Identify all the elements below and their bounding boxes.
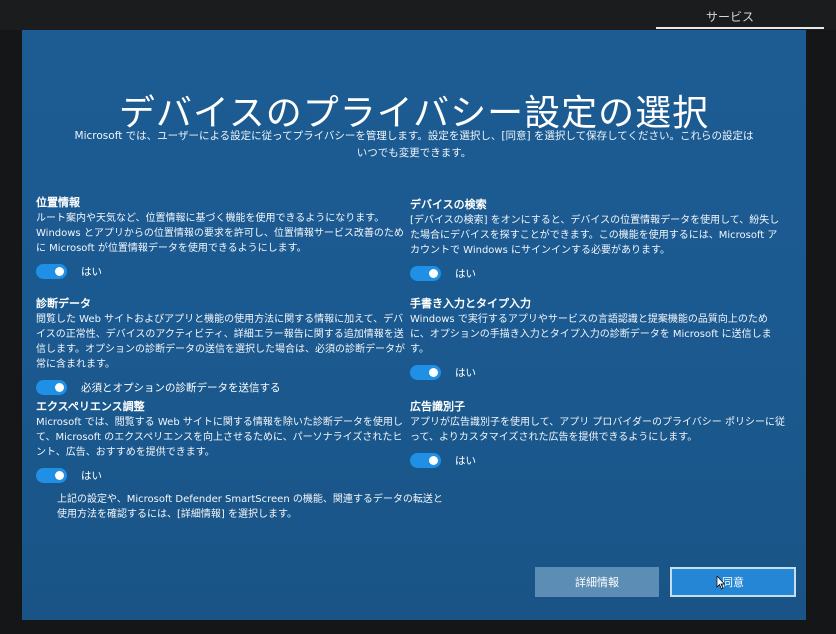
inking-typing-toggle[interactable] (410, 364, 441, 380)
setting-description: Microsoft では、閲覧する Web サイトに関する情報を除いた診断データ… (36, 417, 403, 458)
setting-title: 診断データ (36, 297, 91, 310)
toggle-knob (55, 382, 64, 392)
setting-title: 手書き入力とタイプ入力 (410, 297, 531, 310)
toggle-label: はい (455, 454, 476, 467)
oobe-privacy-screen: デバイスのプライバシー設定の選択 Microsoft では、ユーザーによる設定に… (22, 30, 806, 620)
toggle-label: はい (455, 267, 476, 280)
toggle-knob (55, 470, 64, 480)
setting-title: デバイスの検索 (410, 198, 487, 211)
toggle-label: 必須とオプションの診断データを送信する (81, 381, 281, 394)
learn-more-button[interactable]: 詳細情報 (535, 567, 659, 597)
location-toggle[interactable] (36, 263, 67, 279)
setting-description: ルート案内や天気など、位置情報に基づく機能を使用できるようになります。Windo… (36, 213, 404, 254)
toggle-knob (429, 268, 438, 278)
tailored-experiences-toggle[interactable] (36, 467, 67, 483)
setting-location: 位置情報 ルート案内や天気など、位置情報に基づく機能を使用できるようになります。… (36, 196, 411, 279)
mouse-pointer-icon (716, 576, 726, 590)
setting-title: エクスペリエンス調整 (36, 400, 145, 413)
find-my-device-toggle[interactable] (410, 265, 441, 281)
setting-inking-typing: 手書き入力とタイプ入力 Windows で実行するアプリやサービスの言語認識と提… (410, 297, 785, 380)
toggle-label: はい (81, 265, 102, 278)
setting-tailored-experiences: エクスペリエンス調整 Microsoft では、閲覧する Web サイトに関する… (36, 400, 411, 483)
services-tab-underline (656, 27, 824, 29)
setting-title: 広告識別子 (410, 400, 465, 413)
toggle-knob (429, 367, 438, 377)
setting-title: 位置情報 (36, 196, 80, 209)
setting-description: 閲覧した Web サイトおよびアプリと機能の使用方法に関する情報に加えて、デバイ… (36, 314, 405, 370)
toggle-knob (429, 455, 438, 465)
setting-find-my-device: デバイスの検索 [デバイスの検索] をオンにすると、デバイスの位置情報データを使… (410, 198, 785, 281)
advertising-id-toggle[interactable] (410, 452, 441, 468)
diagnostic-data-toggle[interactable] (36, 379, 67, 395)
accept-button[interactable]: 同意 (670, 567, 796, 597)
footer-note: 上記の設定や、Microsoft Defender SmartScreen の機… (57, 494, 443, 520)
setting-description: Windows で実行するアプリやサービスの言語認識と提案機能の品質向上のために… (410, 314, 772, 355)
page-subtitle: Microsoft では、ユーザーによる設定に従ってプライバシーを管理します。設… (74, 130, 754, 159)
setting-description: [デバイスの検索] をオンにすると、デバイスの位置情報データを使用して、紛失した… (410, 215, 780, 256)
services-tab[interactable]: サービス (656, 0, 824, 30)
toggle-label: はい (455, 366, 476, 379)
toggle-knob (55, 266, 64, 276)
setting-diagnostic-data: 診断データ 閲覧した Web サイトおよびアプリと機能の使用方法に関する情報に加… (36, 297, 411, 395)
setting-advertising-id: 広告識別子 アプリが広告識別子を使用して、アプリ プロバイダーのプライバシー ポ… (410, 400, 785, 468)
setting-description: アプリが広告識別子を使用して、アプリ プロバイダーのプライバシー ポリシーに従っ… (410, 417, 785, 443)
services-tab-label: サービス (706, 10, 755, 24)
toggle-label: はい (81, 469, 102, 482)
